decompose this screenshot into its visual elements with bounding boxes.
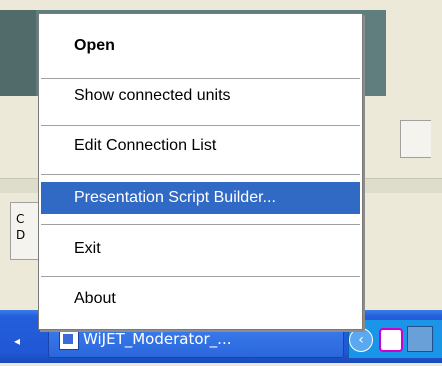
menu-item-about[interactable]: About — [41, 283, 360, 315]
menu-item-presentation-script-builder[interactable]: Presentation Script Builder... — [41, 182, 360, 214]
context-menu: Open Show connected units Edit Connectio… — [38, 13, 363, 330]
taskbar-expand-arrow-icon[interactable]: ◂ — [14, 334, 20, 348]
menu-separator — [41, 224, 360, 225]
menu-separator — [41, 125, 360, 126]
menu-item-edit-connection-list[interactable]: Edit Connection List — [41, 130, 360, 162]
document-icon — [59, 330, 79, 350]
wijet-tray-icon[interactable] — [379, 328, 403, 352]
menu-item-show-connected-units[interactable]: Show connected units — [41, 80, 360, 112]
background-field — [400, 120, 431, 158]
menu-separator — [41, 174, 360, 175]
menu-separator — [41, 78, 360, 79]
menu-item-open[interactable]: Open — [41, 30, 360, 62]
menu-item-exit[interactable]: Exit — [41, 233, 360, 265]
background-side-text: C D — [16, 212, 26, 242]
background-title-strip — [0, 0, 442, 10]
taskbar-button-label: WiJET_Moderator_... — [83, 330, 232, 348]
network-tray-icon[interactable] — [407, 326, 433, 352]
menu-separator — [41, 276, 360, 277]
tray-collapse-chevron-icon[interactable]: ‹ — [349, 328, 373, 352]
background-window-edge — [0, 10, 36, 96]
